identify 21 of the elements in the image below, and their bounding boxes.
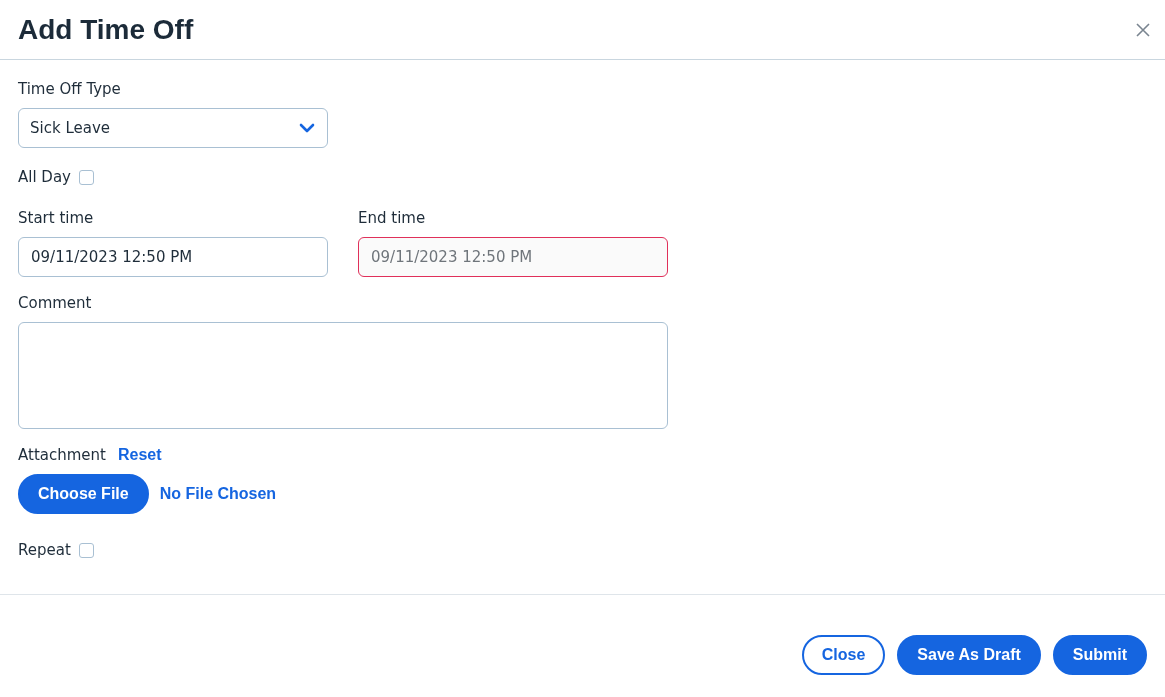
- close-icon[interactable]: [1135, 21, 1151, 38]
- chevron-down-icon: [299, 123, 315, 133]
- action-button[interactable]: Save As Draft: [897, 635, 1041, 675]
- checkbox-label: Repeat: [18, 541, 71, 559]
- action-button[interactable]: Submit: [1052, 635, 1147, 675]
- time-off-type-dropdown[interactable]: Sick Leave: [18, 108, 328, 148]
- repeat-checkbox[interactable]: [78, 542, 94, 558]
- reset-link[interactable]: Reset: [117, 445, 162, 465]
- field-label: Start time: [18, 208, 95, 228]
- checkbox-label: All Day: [18, 168, 71, 186]
- field-label: End time: [358, 208, 427, 228]
- datetime-field[interactable]: 09/11/2023 12:50 PM: [18, 237, 328, 277]
- field-label: Attachment: [18, 445, 106, 465]
- choose-file-button[interactable]: Choose File: [18, 474, 149, 514]
- dialog-title: Add Time Off: [18, 13, 194, 46]
- all-day-checkbox[interactable]: [79, 169, 94, 185]
- close-button[interactable]: Close: [801, 635, 886, 675]
- field-label: Comment: [18, 293, 92, 313]
- field-label: Time Off Type: [18, 79, 121, 99]
- file-status: No File Chosen: [159, 485, 277, 503]
- comment-field[interactable]: [18, 322, 668, 429]
